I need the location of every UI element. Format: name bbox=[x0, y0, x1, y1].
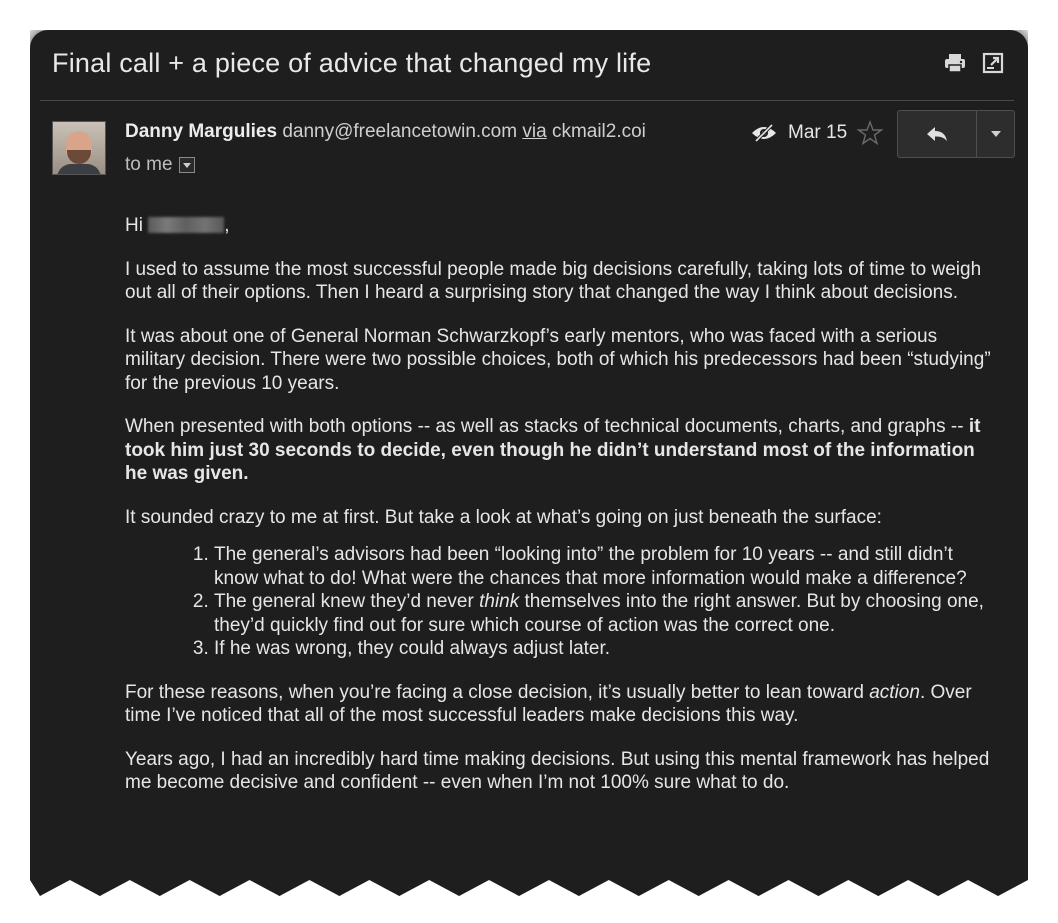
open-in-new-window-icon[interactable] bbox=[982, 52, 1004, 74]
greeting: Hi , bbox=[125, 215, 230, 236]
sender-line: Danny Margulies danny@freelancetowin.com… bbox=[125, 121, 695, 143]
reasons-list: The general’s advisors had been “looking… bbox=[125, 543, 995, 661]
via-link[interactable]: via bbox=[522, 121, 546, 142]
body-paragraph: For these reasons, when you’re facing a … bbox=[125, 681, 972, 727]
header-divider bbox=[40, 100, 1014, 101]
body-paragraph: When presented with both options -- as w… bbox=[125, 416, 981, 484]
message-meta: Mar 15 bbox=[750, 120, 884, 146]
avatar bbox=[52, 121, 106, 175]
reply-icon bbox=[927, 127, 947, 141]
body-paragraph: I used to assume the most successful peo… bbox=[125, 258, 982, 304]
message-date: Mar 15 bbox=[788, 122, 848, 143]
eye-slash-icon bbox=[750, 123, 778, 143]
show-details-dropdown[interactable] bbox=[178, 157, 195, 173]
redacted-name bbox=[148, 217, 225, 233]
email-subject: Final call + a piece of advice that chan… bbox=[52, 48, 652, 78]
body-paragraph: Years ago, I had an incredibly hard time… bbox=[125, 748, 990, 794]
body-paragraph: It sounded crazy to me at first. But tak… bbox=[125, 506, 882, 528]
sender-name[interactable]: Danny Margulies bbox=[125, 121, 277, 142]
sender-email: danny@freelancetowin.com bbox=[282, 121, 518, 142]
list-item: If he was wrong, they could always adjus… bbox=[214, 637, 995, 661]
recipient-line: to me bbox=[125, 154, 195, 176]
printer-icon[interactable] bbox=[944, 52, 966, 74]
chevron-down-icon bbox=[182, 162, 191, 168]
message-body: Hi , I used to assume the most successfu… bbox=[125, 214, 995, 815]
recipient-label: to me bbox=[125, 154, 173, 175]
chevron-down-icon bbox=[990, 131, 1001, 137]
reply-button-group bbox=[897, 110, 1015, 158]
list-item: The general knew they’d never think them… bbox=[214, 590, 995, 637]
star-icon[interactable] bbox=[856, 120, 884, 146]
email-window: Final call + a piece of advice that chan… bbox=[30, 30, 1028, 896]
list-item: The general’s advisors had been “looking… bbox=[214, 543, 995, 590]
more-actions-button[interactable] bbox=[977, 111, 1014, 157]
header-actions bbox=[944, 52, 1004, 74]
via-domain: ckmail2.coi bbox=[551, 121, 646, 142]
reply-button[interactable] bbox=[898, 111, 977, 157]
body-paragraph: It was about one of General Norman Schwa… bbox=[125, 325, 991, 394]
